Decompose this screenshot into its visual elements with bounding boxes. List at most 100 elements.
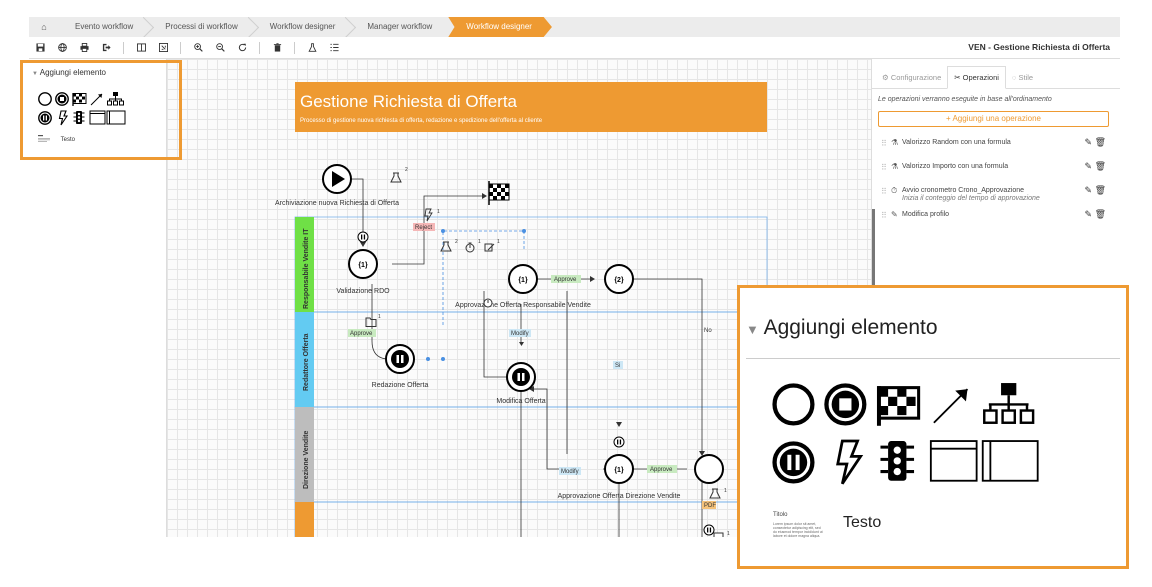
zoom-icon-grid bbox=[770, 380, 1110, 501]
event-node[interactable] bbox=[694, 454, 724, 484]
edit-icon[interactable]: ✎ bbox=[1085, 137, 1093, 147]
zoom-out-icon[interactable] bbox=[209, 37, 231, 59]
refresh-icon[interactable] bbox=[231, 37, 253, 59]
trash-icon[interactable] bbox=[266, 37, 288, 59]
edit-icon[interactable]: ✎ bbox=[1085, 161, 1093, 171]
breadcrumb-item-evento[interactable]: Evento workflow bbox=[59, 17, 149, 37]
pause-marker-icon[interactable] bbox=[357, 231, 369, 243]
tab-stile[interactable]: ◌ Stile bbox=[1006, 67, 1039, 88]
banner-title: Gestione Richiesta di Offerta bbox=[300, 92, 518, 111]
operation-actions: ✎ 🗑 bbox=[1085, 161, 1107, 172]
drag-handle-icon[interactable]: ⠿ bbox=[881, 163, 887, 172]
add-operation-button[interactable]: + Aggiungi una operazione bbox=[878, 111, 1109, 127]
end-event-icon[interactable] bbox=[824, 383, 867, 426]
lightning-icon[interactable] bbox=[424, 208, 433, 222]
operation-row[interactable]: ⠿ ✎ Modifica profilo ✎ 🗑 bbox=[872, 209, 1120, 229]
edge-handle[interactable] bbox=[441, 229, 445, 233]
lane-header-next[interactable] bbox=[295, 502, 314, 537]
pause-marker-icon[interactable] bbox=[703, 524, 715, 536]
approve-label[interactable]: Approve bbox=[554, 277, 577, 283]
folder-icon[interactable] bbox=[365, 317, 377, 327]
start-event-icon[interactable] bbox=[772, 383, 815, 426]
palette-zoom-callout: ▼ Aggiungi elemento Titolo Lorem ipsum d… bbox=[737, 285, 1129, 569]
no-label[interactable]: No bbox=[704, 328, 712, 334]
print-icon[interactable] bbox=[73, 37, 95, 59]
flask-icon[interactable] bbox=[301, 37, 323, 59]
tools-icon: ✂ bbox=[954, 73, 963, 82]
tab-label: Operazioni bbox=[962, 73, 999, 82]
trash-icon[interactable]: 🗑 bbox=[1095, 209, 1106, 219]
operation-row[interactable]: ⠿ ⚗ Valorizzo Random con una formula ✎ 🗑 bbox=[872, 137, 1120, 157]
zoom-palette-header[interactable]: ▼ Aggiungi elemento bbox=[746, 316, 938, 340]
title-tool[interactable]: Titolo bbox=[773, 512, 787, 518]
flask-icon[interactable] bbox=[440, 241, 452, 252]
lane-box bbox=[294, 406, 768, 503]
breadcrumb-item-active[interactable]: Workflow designer bbox=[448, 17, 552, 37]
lightning-icon[interactable] bbox=[836, 439, 864, 485]
flask-icon[interactable] bbox=[709, 488, 721, 499]
fit-icon[interactable] bbox=[152, 37, 174, 59]
edit-icon[interactable]: ✎ bbox=[1085, 209, 1093, 219]
trash-icon[interactable]: 🗑 bbox=[1095, 161, 1106, 171]
node-label: Validazione RDO bbox=[336, 288, 390, 295]
pause-marker-icon[interactable] bbox=[613, 436, 625, 448]
edit-icon[interactable]: ✎ bbox=[1085, 185, 1093, 195]
end-flag-node[interactable] bbox=[488, 181, 510, 205]
reject-label[interactable]: Reject bbox=[415, 225, 432, 231]
count-badge: 1 bbox=[727, 531, 730, 537]
operation-label: Valorizzo Random con una formula bbox=[902, 139, 1011, 146]
export-icon[interactable] bbox=[95, 37, 117, 59]
save-icon[interactable] bbox=[29, 37, 51, 59]
banner-subtitle: Processo di gestione nuova richiesta di … bbox=[300, 118, 543, 124]
approve-label[interactable]: Approve bbox=[350, 331, 373, 337]
count-badge: 1 bbox=[378, 314, 381, 320]
count-badge: 2 bbox=[405, 167, 408, 173]
drag-handle-icon[interactable]: ⠿ bbox=[881, 211, 887, 220]
trash-icon[interactable]: 🗑 bbox=[1095, 185, 1106, 195]
modify-label[interactable]: Modify bbox=[511, 331, 529, 337]
lane-label: Direzione Vendite bbox=[303, 431, 310, 489]
modify-label[interactable]: Modify bbox=[561, 469, 579, 475]
home-icon[interactable]: ⌂ bbox=[29, 22, 59, 32]
edit-profile-icon: ✎ bbox=[891, 210, 898, 219]
flask-icon[interactable] bbox=[390, 172, 402, 183]
edge-handle[interactable] bbox=[426, 357, 430, 361]
breadcrumb-item-manager[interactable]: Manager workflow bbox=[351, 17, 448, 37]
tab-operazioni[interactable]: ✂ Operazioni bbox=[947, 66, 1006, 89]
traffic-light-icon[interactable] bbox=[880, 441, 915, 481]
edge-handle[interactable] bbox=[522, 229, 526, 233]
connector-arrow-icon[interactable] bbox=[933, 388, 969, 424]
tab-configurazione[interactable]: ⚙ Configurazione bbox=[876, 67, 947, 88]
mail-icon[interactable] bbox=[713, 532, 724, 537]
node-label: Archiviazione nuova Richiesta di Offerta bbox=[275, 200, 399, 207]
hierarchy-icon[interactable] bbox=[983, 383, 1035, 424]
trash-icon[interactable]: 🗑 bbox=[1095, 137, 1106, 147]
pause-task-icon[interactable] bbox=[772, 441, 815, 484]
approve-label[interactable]: Approve bbox=[650, 467, 673, 473]
divider bbox=[746, 358, 1120, 359]
pdf-label[interactable]: PDF bbox=[704, 503, 716, 509]
count-badge: 1 bbox=[478, 239, 481, 245]
toolbar: VEN - Gestione Richiesta di Offerta bbox=[29, 37, 1120, 59]
list-icon[interactable] bbox=[323, 37, 345, 59]
horizontal-lane-icon[interactable] bbox=[981, 440, 1039, 482]
text-tool[interactable]: Testo bbox=[843, 514, 881, 532]
document-title: VEN - Gestione Richiesta di Offerta bbox=[968, 42, 1110, 52]
breadcrumb-item-designer[interactable]: Workflow designer bbox=[254, 17, 352, 37]
globe-icon[interactable] bbox=[51, 37, 73, 59]
operation-row[interactable]: ⠿ ⏱ Avvio cronometro Crono_Approvazione … bbox=[872, 185, 1120, 205]
si-label[interactable]: Si bbox=[615, 363, 620, 369]
edge-handle[interactable] bbox=[441, 357, 445, 361]
zoom-in-icon[interactable] bbox=[187, 37, 209, 59]
columns-icon[interactable] bbox=[130, 37, 152, 59]
drag-handle-icon[interactable]: ⠿ bbox=[881, 187, 887, 196]
node-label: Approvazione Offerta Responsabile Vendit… bbox=[455, 302, 591, 309]
edit-icon[interactable] bbox=[484, 243, 495, 252]
caret-down-icon: ▼ bbox=[746, 322, 759, 337]
finish-flag-icon[interactable] bbox=[876, 386, 921, 426]
breadcrumb-item-processi[interactable]: Processi di workflow bbox=[149, 17, 253, 37]
drag-handle-icon[interactable]: ⠿ bbox=[881, 139, 887, 148]
operation-row[interactable]: ⠿ ⚗ Valorizzo Importo con una formula ✎ … bbox=[872, 161, 1120, 181]
operations-info: Le operazioni verranno eseguite in base … bbox=[878, 96, 1052, 103]
swimlane-icon[interactable] bbox=[929, 440, 978, 482]
